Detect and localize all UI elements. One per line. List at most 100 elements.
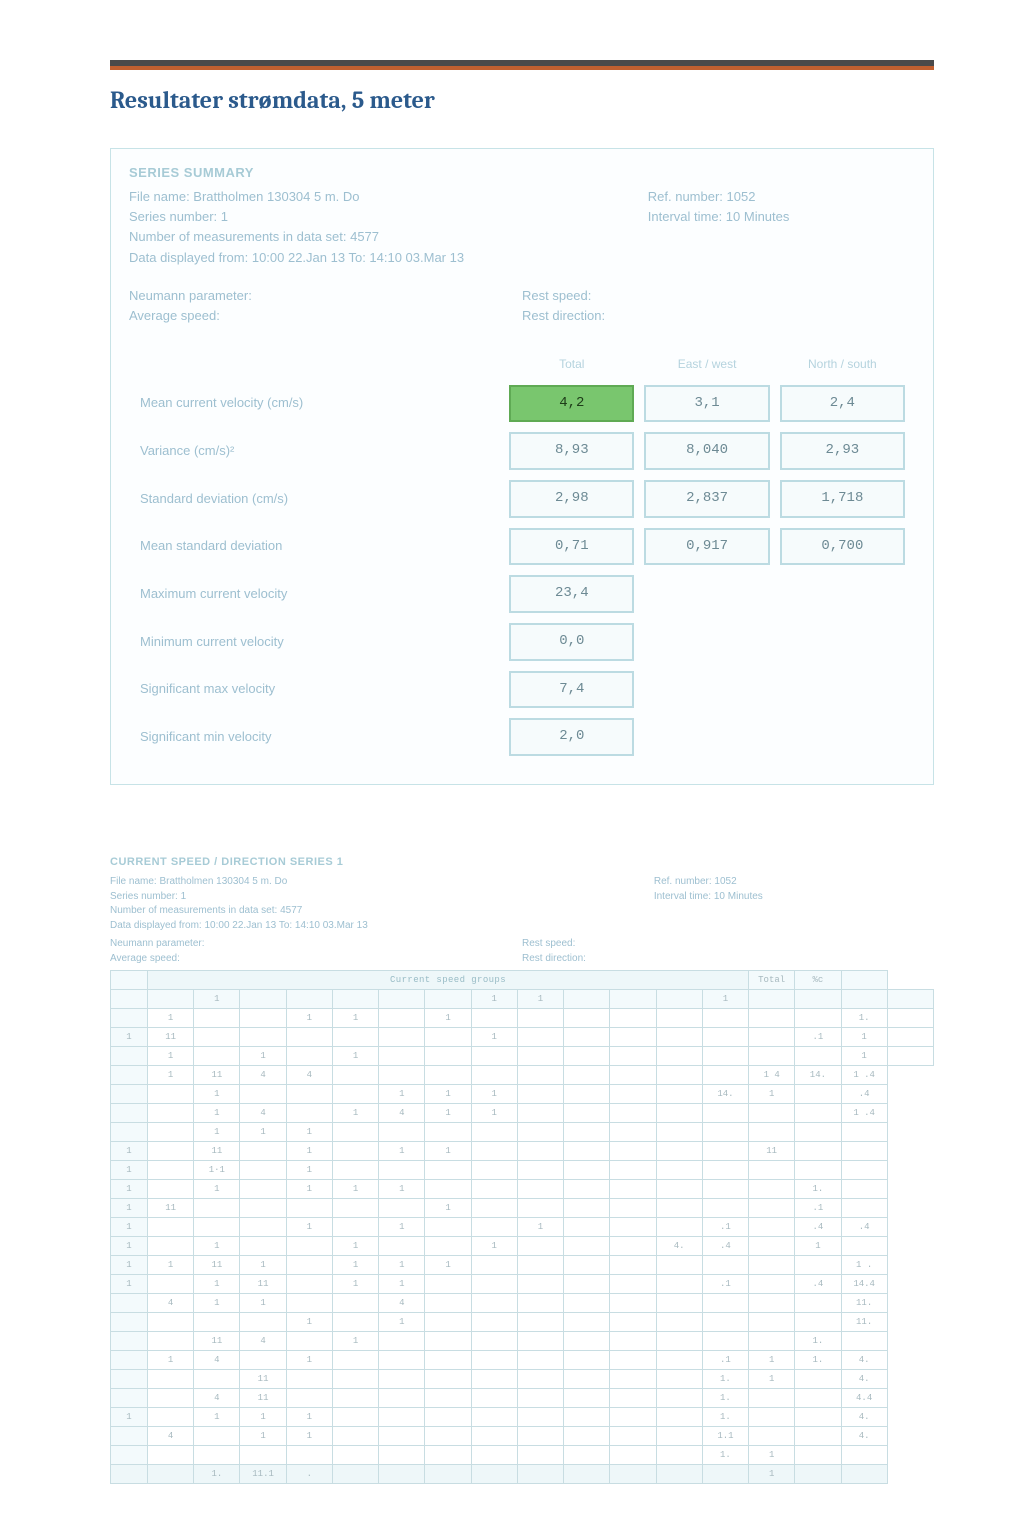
stats-cell: 2,98 bbox=[509, 480, 634, 518]
matrix-cell bbox=[749, 1161, 795, 1180]
matrix-cell bbox=[656, 1370, 702, 1389]
matrix-cell: 14. bbox=[702, 1085, 748, 1104]
matrix-cell bbox=[564, 1332, 610, 1351]
matrix-cell bbox=[332, 1142, 378, 1161]
matrix-cell: 1 bbox=[471, 1085, 517, 1104]
matrix-cell bbox=[841, 1237, 887, 1256]
meta2-series: Series number: 1 bbox=[110, 890, 654, 905]
matrix-total-cell bbox=[702, 1465, 748, 1484]
matrix-cell: 1. bbox=[795, 1351, 841, 1370]
matrix-cell bbox=[610, 1370, 656, 1389]
matrix-cell: .1 bbox=[795, 1028, 841, 1047]
matrix-cell bbox=[610, 1237, 656, 1256]
matrix-cell bbox=[749, 1028, 795, 1047]
matrix-cell bbox=[610, 1218, 656, 1237]
meta-interval: Interval time: 10 Minutes bbox=[648, 207, 915, 227]
stats-cell bbox=[644, 575, 769, 613]
matrix-cell: 11 bbox=[148, 1199, 194, 1218]
matrix-cell: 11 bbox=[240, 1370, 286, 1389]
matrix-total-cell: 1 bbox=[749, 1465, 795, 1484]
matrix-cell bbox=[610, 1047, 656, 1066]
stats-cell: 8,040 bbox=[644, 432, 769, 470]
matrix-row: 4111.14. bbox=[111, 1427, 934, 1446]
matrix-cell bbox=[471, 1370, 517, 1389]
matrix-cell bbox=[517, 1313, 563, 1332]
matrix-cell bbox=[240, 1085, 286, 1104]
matrix-cell bbox=[517, 1275, 563, 1294]
matrix-cell bbox=[749, 1180, 795, 1199]
matrix-cell: 11. bbox=[841, 1313, 887, 1332]
matrix-cell bbox=[471, 1218, 517, 1237]
matrix-cell: .4 bbox=[702, 1237, 748, 1256]
matrix-cell bbox=[240, 1142, 286, 1161]
matrix-cell: 4 bbox=[379, 1104, 425, 1123]
matrix-cell bbox=[795, 1047, 841, 1066]
matrix-cell bbox=[379, 1408, 425, 1427]
matrix-cell bbox=[194, 1313, 240, 1332]
matrix-cell bbox=[795, 1313, 841, 1332]
matrix-cell: 1 bbox=[194, 1237, 240, 1256]
matrix-cell: 1 bbox=[286, 1180, 332, 1199]
matrix-col-head bbox=[425, 990, 471, 1009]
stats-cell: 23,4 bbox=[509, 575, 634, 613]
matrix-cell: 1 . bbox=[841, 1256, 887, 1275]
matrix-cell bbox=[379, 1389, 425, 1408]
matrix-cell bbox=[749, 1389, 795, 1408]
matrix-total-cell bbox=[656, 1465, 702, 1484]
matrix-cell: 1 bbox=[148, 1256, 194, 1275]
stats-cell bbox=[644, 623, 769, 661]
matrix-cell: 4. bbox=[841, 1351, 887, 1370]
stats-cell bbox=[644, 718, 769, 756]
matrix-cell bbox=[240, 1446, 286, 1465]
matrix-row: 11411. bbox=[111, 1332, 934, 1351]
matrix-cell bbox=[656, 1123, 702, 1142]
matrix-cell bbox=[656, 1256, 702, 1275]
matrix-cell bbox=[841, 1332, 887, 1351]
matrix-cell bbox=[795, 1294, 841, 1313]
matrix-cell bbox=[379, 1161, 425, 1180]
matrix-cell: 1 bbox=[111, 1142, 148, 1161]
matrix-cell bbox=[517, 1408, 563, 1427]
matrix-row: 111 bbox=[111, 1123, 934, 1142]
matrix-cell bbox=[240, 1351, 286, 1370]
matrix-cell bbox=[887, 1047, 933, 1066]
matrix-cell bbox=[471, 1123, 517, 1142]
matrix-cell: 1 .4 bbox=[841, 1104, 887, 1123]
matrix-cell bbox=[240, 1199, 286, 1218]
matrix-cell: 1 bbox=[194, 1408, 240, 1427]
matrix-cell bbox=[702, 1009, 748, 1028]
matrix-cell bbox=[332, 1351, 378, 1370]
matrix-cell: 4. bbox=[841, 1427, 887, 1446]
matrix-row: 111111111 . bbox=[111, 1256, 934, 1275]
matrix-cell bbox=[795, 1123, 841, 1142]
matrix-cell bbox=[517, 1161, 563, 1180]
matrix-cell bbox=[332, 1161, 378, 1180]
stats-cell: 3,1 bbox=[644, 385, 769, 423]
matrix-cell bbox=[749, 1218, 795, 1237]
matrix-cell: 1 bbox=[332, 1104, 378, 1123]
matrix-row: 141.111.4. bbox=[111, 1351, 934, 1370]
matrix-cell: .4 bbox=[795, 1275, 841, 1294]
matrix-cell: 1. bbox=[702, 1389, 748, 1408]
matrix-cell bbox=[332, 1066, 378, 1085]
matrix-cell: 1 bbox=[379, 1218, 425, 1237]
matrix-cell bbox=[702, 1313, 748, 1332]
matrix-cell bbox=[332, 1427, 378, 1446]
matrix-cell bbox=[379, 1199, 425, 1218]
matrix-cell: 1 bbox=[111, 1199, 148, 1218]
matrix-cell bbox=[656, 1275, 702, 1294]
matrix-cell bbox=[379, 1446, 425, 1465]
matrix-total-cell: 1. bbox=[194, 1465, 240, 1484]
matrix-cell: 4 bbox=[194, 1351, 240, 1370]
matrix-cell bbox=[656, 1066, 702, 1085]
matrix-cell: 1 bbox=[194, 1294, 240, 1313]
matrix-cell bbox=[332, 1123, 378, 1142]
meta-range: Data displayed from: 10:00 22.Jan 13 To:… bbox=[129, 248, 648, 268]
matrix-cell bbox=[111, 1085, 148, 1104]
matrix-cell bbox=[795, 1142, 841, 1161]
matrix-total-cell bbox=[471, 1465, 517, 1484]
matrix-cell bbox=[471, 1256, 517, 1275]
stats-cell: 2,93 bbox=[780, 432, 905, 470]
matrix-cell: 4. bbox=[841, 1408, 887, 1427]
matrix-cell: 1 bbox=[425, 1104, 471, 1123]
